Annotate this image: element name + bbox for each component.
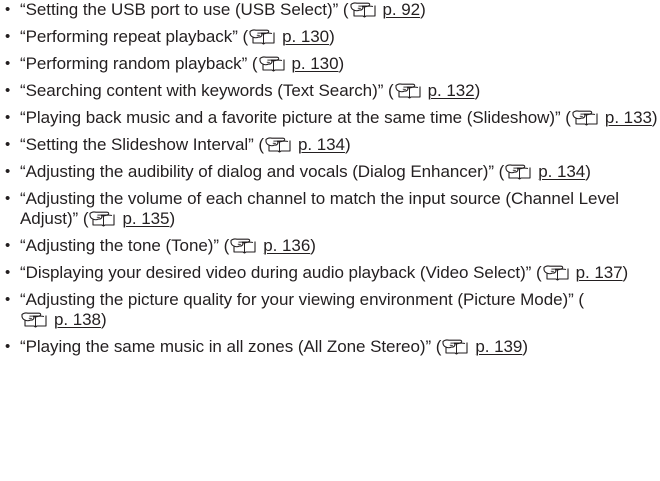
bullet-icon: • [5, 291, 11, 308]
closing-parenthesis: ) [169, 209, 176, 228]
page-link[interactable]: p. 134 [298, 135, 345, 154]
hand-pointing-page-icon [265, 137, 291, 153]
page-link[interactable]: p. 132 [428, 81, 475, 100]
list-item: • “Adjusting the audibility of dialog an… [0, 162, 660, 182]
item-title: “Performing repeat playback” ( [20, 27, 249, 46]
hand-pointing-page-icon [89, 211, 116, 227]
page-reference: p. 137) [542, 263, 629, 282]
bullet-icon: • [5, 82, 11, 99]
reference-list: • “Setting the USB port to use (USB Sele… [0, 0, 660, 364]
page-reference: p. 138) [20, 310, 107, 329]
closing-parenthesis: ) [622, 263, 629, 282]
hand-pointing-page-icon [543, 265, 569, 281]
page-link[interactable]: p. 134 [538, 162, 585, 181]
closing-parenthesis: ) [338, 54, 345, 73]
hand-pointing-page-icon [442, 339, 468, 355]
hand-pointing-page-icon [249, 29, 275, 45]
closing-parenthesis: ) [100, 310, 107, 329]
item-title: “Playing back music and a favorite pictu… [20, 108, 571, 127]
page-reference: p. 134) [504, 162, 591, 181]
bullet-icon: • [5, 237, 11, 254]
list-item: • “Displaying your desired video during … [0, 263, 660, 283]
hand-pointing-page-icon [21, 312, 47, 328]
bullet-icon: • [5, 55, 11, 72]
bullet-icon: • [5, 109, 11, 126]
item-title: “Searching content with keywords (Text S… [20, 81, 394, 100]
hand-pointing-page-icon [349, 2, 376, 18]
page-reference: p. 134) [264, 135, 351, 154]
bullet-icon: • [5, 190, 11, 207]
page-reference: p. 130) [258, 54, 345, 73]
item-title: “Setting the Slideshow Interval” ( [20, 135, 264, 154]
item-title: “Setting the USB port to use (USB Select… [20, 0, 349, 19]
page-link[interactable]: p. 139 [475, 337, 522, 356]
hand-pointing-page-icon [505, 164, 531, 180]
item-title: “Adjusting the picture quality for your … [20, 290, 585, 309]
bullet-icon: • [5, 163, 11, 180]
closing-parenthesis: ) [344, 135, 351, 154]
closing-parenthesis: ) [522, 337, 528, 356]
page-link[interactable]: p. 136 [263, 236, 310, 255]
page-link[interactable]: p. 133 [605, 108, 652, 127]
list-item: • “Searching content with keywords (Text… [0, 81, 660, 101]
page-link[interactable]: p. 138 [54, 310, 101, 329]
hand-pointing-page-icon [395, 83, 421, 99]
page-reference: p. 92) [349, 0, 426, 19]
page-link[interactable]: p. 137 [576, 263, 623, 282]
item-title: “Adjusting the tone (Tone)” ( [20, 236, 230, 255]
bullet-icon: • [5, 338, 11, 355]
closing-parenthesis: ) [310, 236, 316, 255]
page-reference: p. 130) [248, 27, 335, 46]
closing-parenthesis: ) [585, 162, 591, 181]
item-title: “Playing the same music in all zones (Al… [20, 337, 442, 356]
list-item: • “Performing random playback” ( p. 130) [0, 54, 660, 74]
list-item: • “Playing the same music in all zones (… [0, 337, 660, 357]
bullet-icon: • [5, 136, 11, 153]
closing-parenthesis: ) [329, 27, 335, 46]
page-link[interactable]: p. 135 [122, 209, 169, 228]
bullet-icon: • [5, 1, 11, 18]
closing-parenthesis: ) [474, 81, 481, 100]
closing-parenthesis: ) [651, 108, 658, 127]
item-title: “Adjusting the audibility of dialog and … [20, 162, 505, 181]
page-reference: p. 135) [88, 209, 175, 228]
hand-pointing-page-icon [230, 238, 256, 254]
page-reference: p. 132) [394, 81, 481, 100]
list-item: • “Setting the Slideshow Interval” ( p. … [0, 135, 660, 155]
list-item: • “Setting the USB port to use (USB Sele… [0, 0, 660, 20]
hand-pointing-page-icon [258, 56, 285, 72]
closing-parenthesis: ) [420, 0, 426, 19]
page-link[interactable]: p. 130 [282, 27, 329, 46]
list-item: • “Adjusting the tone (Tone)” ( p. 136) [0, 236, 660, 256]
page-reference: p. 139) [441, 337, 528, 356]
item-title: “Performing random playback” ( [20, 54, 258, 73]
page-link[interactable]: p. 92 [383, 0, 421, 19]
hand-pointing-page-icon [572, 110, 598, 126]
page-reference: p. 136) [229, 236, 316, 255]
page-reference: p. 133) [571, 108, 658, 127]
page-link[interactable]: p. 130 [292, 54, 339, 73]
list-item: • “Adjusting the picture quality for you… [0, 290, 660, 330]
bullet-icon: • [5, 264, 11, 281]
list-item: • “Performing repeat playback” ( p. 130) [0, 27, 660, 47]
bullet-icon: • [5, 28, 11, 45]
list-item: • “Playing back music and a favorite pic… [0, 108, 660, 128]
item-title: “Displaying your desired video during au… [20, 263, 542, 282]
list-item: • “Adjusting the volume of each channel … [0, 189, 660, 229]
